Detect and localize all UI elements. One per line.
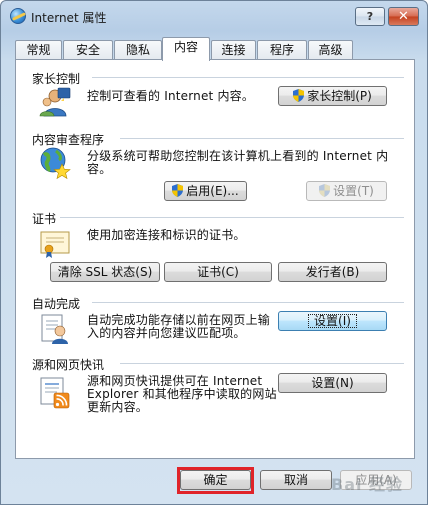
tab-advanced[interactable]: 高级 bbox=[308, 40, 353, 60]
tab-connections[interactable]: 连接 bbox=[211, 40, 256, 60]
certificates-description: 使用加密连接和标识的证书。 bbox=[87, 228, 246, 242]
content-advisor-settings-label: 设置(T) bbox=[333, 184, 374, 198]
content-advisor-globe-icon bbox=[40, 147, 71, 180]
divider bbox=[92, 77, 404, 78]
tab-content[interactable]: 内容 bbox=[162, 37, 210, 61]
help-button[interactable]: ? bbox=[355, 7, 385, 26]
content-advisor-enable-label: 启用(E)... bbox=[186, 184, 239, 198]
autocomplete-title: 自动完成 bbox=[32, 297, 81, 311]
parental-controls-button[interactable]: 家长控制(P) bbox=[278, 86, 387, 106]
internet-globe-icon bbox=[10, 8, 26, 24]
autocomplete-description-line2: 入的内容并向您建议匹配项。 bbox=[87, 326, 246, 340]
window-title: Internet 属性 bbox=[31, 11, 107, 25]
tab-general[interactable]: 常规 bbox=[15, 40, 62, 60]
tab-programs[interactable]: 程序 bbox=[257, 40, 307, 60]
content-tab-panel: 家长控制 控制可查看的 Internet 内容。 家长控制(P) 内容审查程序 bbox=[15, 59, 415, 459]
feeds-title: 源和网页快讯 bbox=[32, 358, 105, 372]
autocomplete-icon bbox=[41, 314, 68, 344]
divider bbox=[92, 302, 404, 303]
cancel-button[interactable]: 取消 bbox=[260, 470, 332, 490]
divider bbox=[120, 138, 404, 139]
watermark: Bai 经验 bbox=[331, 475, 404, 494]
internet-properties-window: Internet 属性 ? ✕ 常规 安全 隐私 内容 连接 程序 高级 家长控… bbox=[0, 0, 428, 505]
clear-ssl-state-button[interactable]: 清除 SSL 状态(S) bbox=[50, 262, 160, 282]
parental-controls-description: 控制可查看的 Internet 内容。 bbox=[87, 89, 255, 103]
feeds-settings-button[interactable]: 设置(N) bbox=[278, 373, 387, 393]
content-advisor-description-line2: 容。 bbox=[87, 162, 112, 176]
feeds-description-line3: 更新内容。 bbox=[87, 400, 149, 414]
uac-shield-icon bbox=[172, 184, 184, 197]
uac-shield-icon bbox=[293, 89, 305, 102]
content-advisor-settings-button[interactable]: 设置(T) bbox=[306, 181, 387, 201]
tab-privacy[interactable]: 隐私 bbox=[114, 40, 162, 60]
title-bar[interactable]: Internet 属性 ? ✕ bbox=[1, 1, 427, 31]
publishers-button[interactable]: 发行者(B) bbox=[278, 262, 387, 282]
tab-security[interactable]: 安全 bbox=[63, 40, 113, 60]
certificates-button[interactable]: 证书(C) bbox=[164, 262, 272, 282]
autocomplete-settings-button[interactable]: 设置(I) bbox=[278, 311, 387, 331]
content-advisor-description-line1: 分级系统可帮助您控制在该计算机上看到的 Internet 内 bbox=[87, 149, 389, 163]
certificates-title: 证书 bbox=[32, 212, 57, 226]
certificate-icon bbox=[40, 231, 70, 258]
divider bbox=[120, 363, 404, 364]
autocomplete-settings-label: 设置(I) bbox=[308, 314, 357, 328]
parental-controls-title: 家长控制 bbox=[32, 72, 81, 86]
feeds-icon bbox=[40, 377, 70, 409]
ok-button[interactable]: 确定 bbox=[180, 470, 251, 490]
parental-controls-icon bbox=[39, 87, 71, 117]
content-advisor-enable-button[interactable]: 启用(E)... bbox=[164, 181, 247, 201]
uac-shield-icon bbox=[319, 184, 331, 197]
close-button[interactable]: ✕ bbox=[388, 7, 419, 26]
parental-controls-button-label: 家长控制(P) bbox=[307, 89, 372, 103]
divider bbox=[60, 217, 404, 218]
